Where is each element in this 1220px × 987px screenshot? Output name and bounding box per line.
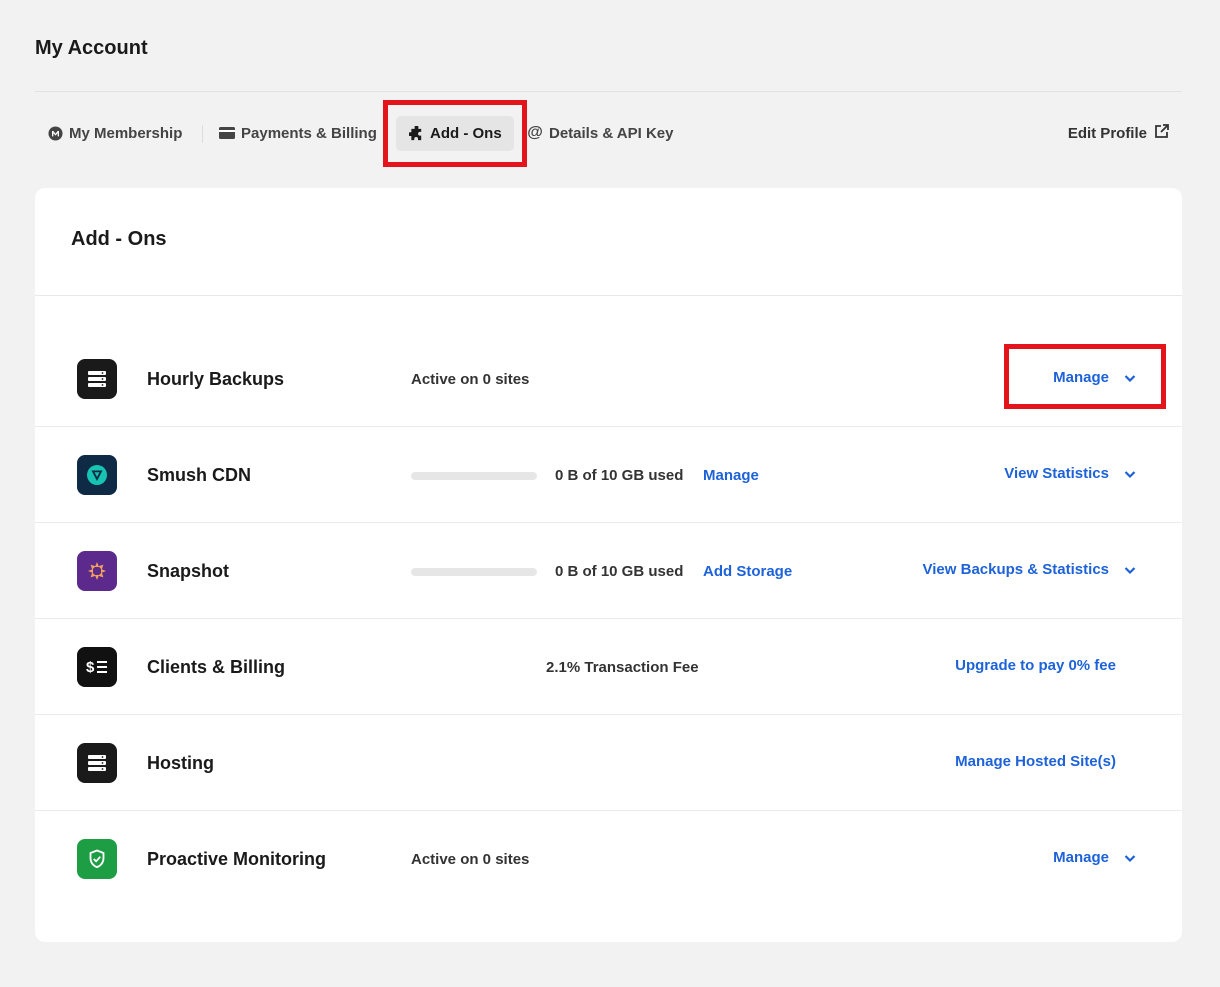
server-icon [77, 743, 117, 783]
manage-dropdown[interactable]: Manage [1053, 369, 1137, 386]
tab-add-ons[interactable]: Add - Ons [396, 116, 514, 151]
account-tabs: My Membership Payments & Billing Add - O… [35, 112, 1182, 154]
tab-my-membership[interactable]: My Membership [47, 112, 182, 154]
view-statistics-dropdown[interactable]: View Statistics [1004, 465, 1137, 482]
upgrade-fee-link[interactable]: Upgrade to pay 0% fee [955, 657, 1116, 674]
shield-check-icon [77, 839, 117, 879]
snapshot-icon [77, 551, 117, 591]
tab-payments-billing[interactable]: Payments & Billing [219, 112, 377, 154]
transaction-fee-text: 2.1% Transaction Fee [546, 659, 699, 676]
svg-text:$: $ [86, 659, 95, 676]
dollar-list-icon: $ [77, 647, 117, 687]
at-icon: @ [527, 124, 543, 141]
puzzle-icon [408, 126, 424, 142]
divider [35, 295, 1182, 296]
view-backups-statistics-dropdown[interactable]: View Backups & Statistics [923, 561, 1137, 578]
addon-name: Clients & Billing [147, 657, 286, 677]
chevron-down-icon [1123, 563, 1137, 577]
smush-cdn-icon [77, 455, 117, 495]
addon-row-clients-billing: $ Clients & Billing 2.1% Transaction Fee… [35, 619, 1182, 715]
divider [35, 91, 1182, 92]
chevron-down-icon [1123, 467, 1137, 481]
chevron-down-icon [1123, 371, 1137, 385]
chevron-down-icon [1123, 851, 1137, 865]
addon-name: Hosting [147, 753, 214, 773]
tab-separator [202, 125, 203, 143]
edit-profile-label: Edit Profile [1067, 124, 1147, 142]
addon-name: Smush CDN [147, 465, 252, 485]
tab-label: Payments & Billing [241, 124, 377, 142]
addon-row-hosting: Hosting Manage Hosted Site(s) [35, 715, 1182, 811]
addon-row-hourly-backups: Hourly Backups Active on 0 sites Manage [35, 331, 1182, 427]
add-storage-link[interactable]: Add Storage [703, 563, 792, 580]
addon-row-proactive-monitoring: Proactive Monitoring Active on 0 sites M… [35, 811, 1182, 907]
manage-hosted-sites-link[interactable]: Manage Hosted Site(s) [955, 753, 1116, 770]
tab-label: Add - Ons [430, 125, 502, 142]
manage-cdn-link[interactable]: Manage [703, 467, 759, 484]
addon-row-snapshot: Snapshot 0 B of 10 GB used Add Storage V… [35, 523, 1182, 619]
edit-profile-link[interactable]: Edit Profile [1068, 112, 1170, 154]
addon-name: Snapshot [147, 561, 230, 581]
action-label: Manage [1053, 369, 1109, 386]
action-label: Manage [1053, 849, 1109, 866]
addon-name: Hourly Backups [147, 369, 285, 389]
add-ons-card: Add - Ons Hourly Backups Active on 0 sit… [35, 188, 1182, 942]
tab-details-api-key[interactable]: @ Details & API Key [527, 112, 674, 154]
credit-card-icon [219, 125, 235, 141]
server-icon [77, 359, 117, 399]
addon-row-smush-cdn: Smush CDN 0 B of 10 GB used Manage View … [35, 427, 1182, 523]
membership-icon [47, 125, 63, 141]
card-title: Add - Ons [71, 228, 167, 250]
page-title: My Account [35, 37, 148, 59]
action-label: View Statistics [1004, 465, 1109, 482]
manage-dropdown[interactable]: Manage [1053, 849, 1137, 866]
action-label: Manage Hosted Site(s) [955, 753, 1116, 770]
action-label: Upgrade to pay 0% fee [955, 657, 1116, 674]
tab-label: Details & API Key [549, 124, 674, 142]
tab-label: My Membership [69, 124, 183, 142]
action-label: View Backups & Statistics [922, 561, 1109, 578]
usage-progress-bar [411, 472, 537, 480]
usage-text: 0 B of 10 GB used [555, 563, 684, 580]
usage-progress-bar [411, 568, 537, 576]
addon-status: Active on 0 sites [411, 371, 530, 388]
addon-name: Proactive Monitoring [147, 849, 327, 869]
usage-text: 0 B of 10 GB used [555, 467, 684, 484]
external-link-icon [1154, 123, 1170, 143]
addon-status: Active on 0 sites [411, 851, 530, 868]
